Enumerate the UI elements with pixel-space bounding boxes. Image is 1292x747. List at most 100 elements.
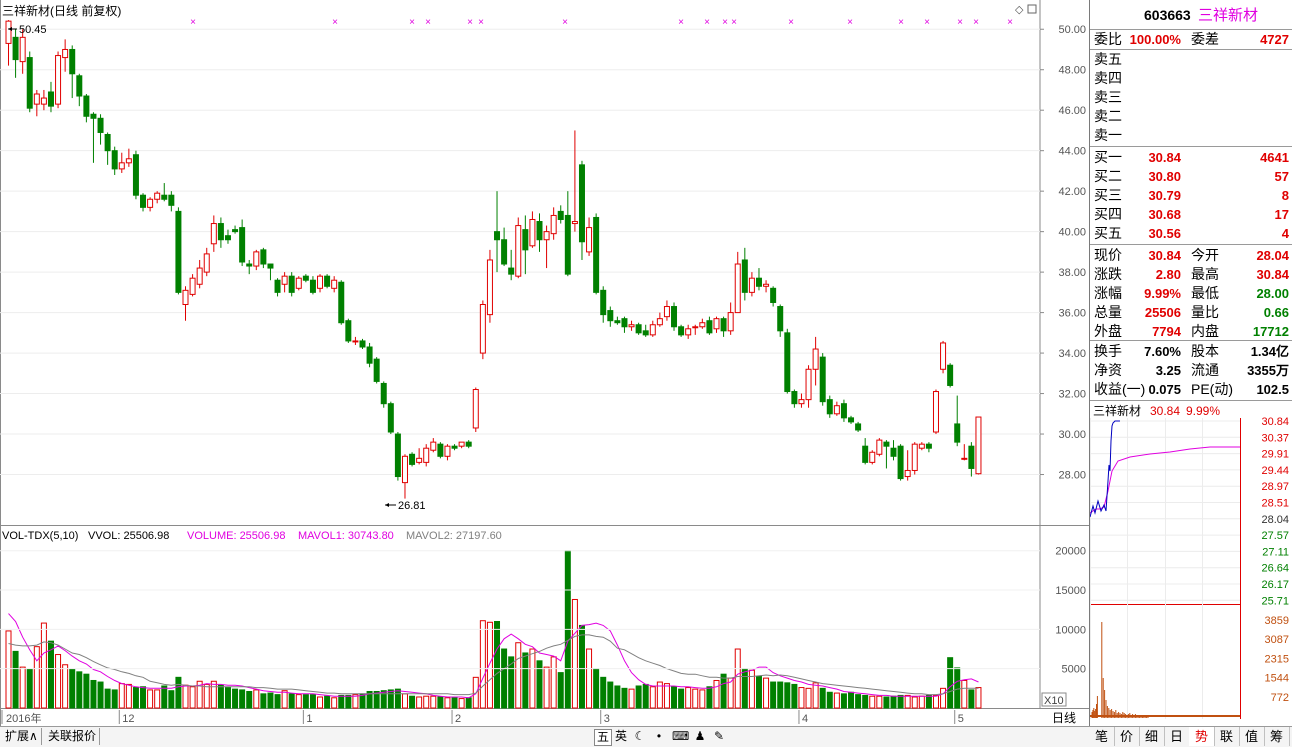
event-marker[interactable]: × <box>409 17 415 28</box>
candle-body <box>784 332 791 393</box>
sell-level-2[interactable]: 卖二 <box>1090 107 1292 126</box>
dot-icon[interactable]: • <box>651 729 667 744</box>
tab-related[interactable]: 联 <box>1214 727 1240 746</box>
volume-bar <box>911 696 918 709</box>
volume-bar <box>890 695 897 709</box>
buy-level-4[interactable]: 买四 30.68 17 <box>1090 205 1292 224</box>
candle-body <box>161 194 168 200</box>
volume-bar <box>267 692 274 709</box>
tab-tick[interactable]: 笔 <box>1089 727 1115 746</box>
volume-bar <box>458 698 465 709</box>
fin-label: 股本 <box>1191 343 1219 359</box>
fin-value: 7.60% <box>1144 344 1181 359</box>
sell-level-5[interactable]: 卖五 <box>1090 50 1292 69</box>
candle <box>132 150 139 200</box>
candle-body <box>338 281 345 324</box>
event-marker[interactable]: × <box>731 17 737 28</box>
volume-bar <box>104 688 111 709</box>
buy-level-1[interactable]: 买一 30.84 4641 <box>1090 148 1292 167</box>
vol-indicator-name[interactable]: VOL-TDX(5,10) <box>2 530 78 542</box>
sell-level-3[interactable]: 卖三 <box>1090 88 1292 107</box>
volume-bar <box>755 676 762 709</box>
volume-bar <box>260 693 267 709</box>
tab-detail[interactable]: 细 <box>1139 727 1165 746</box>
buy-level-3[interactable]: 买三 30.79 8 <box>1090 186 1292 205</box>
candle-body <box>288 275 295 293</box>
event-marker[interactable]: × <box>562 17 568 28</box>
user-icon[interactable]: ♟ <box>692 729 708 744</box>
stat-value: 2.80 <box>1155 267 1181 282</box>
event-marker[interactable]: × <box>924 17 930 28</box>
volume-bar <box>281 690 288 709</box>
diamond-icon[interactable]: ◇ <box>1015 4 1024 16</box>
mini-price-label: 26.64 <box>1261 563 1289 575</box>
tab-trend[interactable]: 势 <box>1189 727 1215 746</box>
event-marker[interactable]: × <box>847 17 853 28</box>
stat-label: 涨跌 <box>1094 266 1122 282</box>
candle-body <box>734 263 741 314</box>
tab-price[interactable]: 价 <box>1114 727 1140 746</box>
period-label[interactable]: 日线 <box>1052 711 1076 725</box>
price-tick-label: 36.00 <box>1058 308 1086 320</box>
event-marker[interactable]: × <box>678 17 684 28</box>
mini-volume-axis: 3859 3087 2315 1544 772 <box>1265 615 1289 704</box>
candle-body <box>557 210 564 220</box>
moon-icon[interactable]: ☾ <box>632 729 648 744</box>
candle <box>819 353 826 406</box>
buy-level-5[interactable]: 买五 30.56 4 <box>1090 224 1292 243</box>
event-marker[interactable]: × <box>332 17 338 28</box>
event-marker[interactable]: × <box>957 17 963 28</box>
mini-vol-label: 772 <box>1271 692 1289 704</box>
candle-body <box>246 263 253 267</box>
stat-value: 28.00 <box>1256 286 1289 301</box>
event-marker[interactable]: × <box>898 17 904 28</box>
candle-body <box>713 318 720 330</box>
volume-bar <box>189 686 196 709</box>
candle-body <box>359 340 366 348</box>
volume-bar <box>62 664 69 709</box>
candle-body <box>69 48 76 75</box>
candle-body <box>168 194 175 206</box>
candle-body <box>380 382 387 405</box>
event-marker[interactable]: × <box>704 17 710 28</box>
candle-body <box>826 399 833 415</box>
event-marker[interactable]: × <box>425 17 431 28</box>
candle-body <box>196 267 203 285</box>
tab-related-quotes[interactable]: 关联报价 <box>45 728 101 745</box>
keyboard-icon[interactable]: ⌨ <box>672 729 689 744</box>
candle-body <box>748 277 755 293</box>
fin-row: 换手 7.60% 股本 1.34亿 <box>1090 342 1292 361</box>
event-marker[interactable]: × <box>1007 17 1013 28</box>
ime-wubi-icon[interactable]: 五 <box>594 729 612 746</box>
buy-level-2[interactable]: 买二 30.80 57 <box>1090 167 1292 186</box>
sell-level-4[interactable]: 卖四 <box>1090 69 1292 88</box>
volume-bar <box>83 673 90 709</box>
tab-extend[interactable]: 扩展∧ <box>2 728 42 745</box>
event-marker[interactable]: × <box>722 17 728 28</box>
sell-level-1[interactable]: 卖一 <box>1090 126 1292 145</box>
event-marker[interactable]: × <box>788 17 794 28</box>
event-marker[interactable]: × <box>467 17 473 28</box>
volume-bar <box>550 656 557 709</box>
candle-body <box>154 192 161 200</box>
tab-value[interactable]: 值 <box>1239 727 1265 746</box>
event-marker[interactable]: × <box>478 17 484 28</box>
volume-bar <box>224 687 231 709</box>
main-kline-chart[interactable]: × × × × × × × × × × × × × × × × × × 50.0048.0046.0044.004… <box>0 0 1089 726</box>
event-marker[interactable]: × <box>973 17 979 28</box>
price-tick-label: 42.00 <box>1058 186 1086 198</box>
candle-body <box>387 403 394 433</box>
candle <box>869 450 876 465</box>
event-marker[interactable]: × <box>190 17 196 28</box>
volume-bar <box>536 660 543 709</box>
candle-body <box>253 251 260 267</box>
volume-bar <box>147 689 154 709</box>
tab-daily[interactable]: 日 <box>1164 727 1190 746</box>
intraday-mini-chart[interactable]: 三祥新材 30.84 9.99% 30.84 30.37 29.91 29.44 28.… <box>1090 401 1292 726</box>
tab-chips[interactable]: 筹 <box>1264 727 1290 746</box>
candle <box>671 302 678 331</box>
wrench-icon[interactable]: ✎ <box>711 729 727 744</box>
candle-body <box>19 36 26 63</box>
ime-english-icon[interactable]: 英 <box>613 729 629 744</box>
candle-body <box>897 445 904 480</box>
